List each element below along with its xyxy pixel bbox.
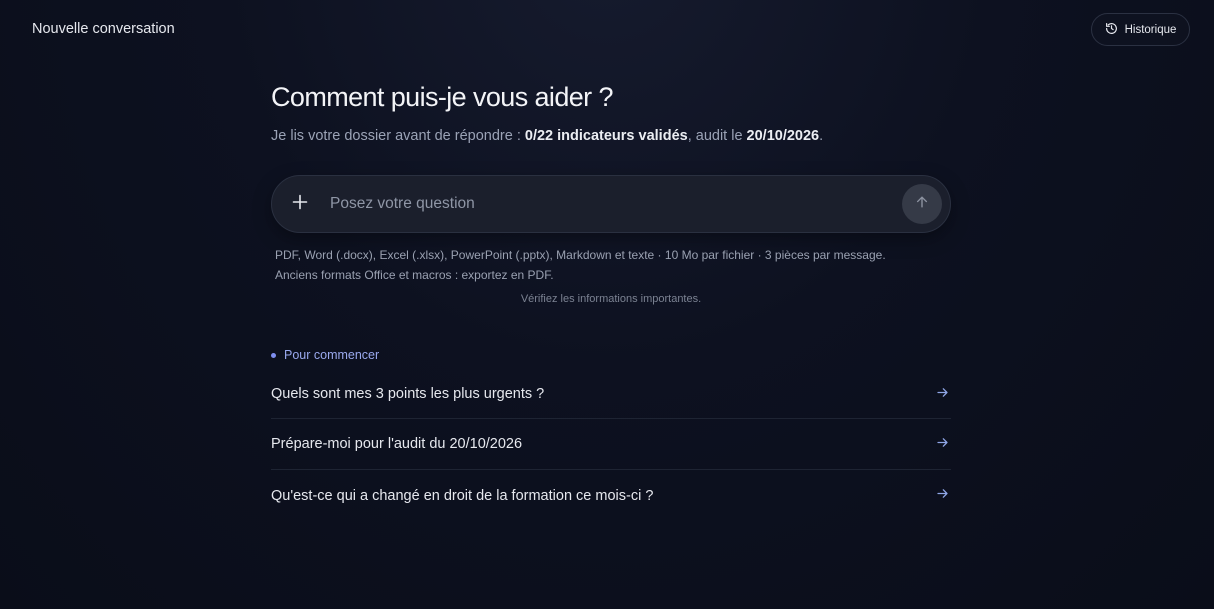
suggestion-item[interactable]: Quels sont mes 3 points les plus urgents… (271, 370, 951, 419)
dossier-status: Je lis votre dossier avant de répondre :… (271, 128, 951, 144)
arrow-right-icon (936, 487, 951, 504)
subtitle-prefix: Je lis votre dossier avant de répondre : (271, 128, 525, 144)
audit-date: 20/10/2026 (746, 128, 820, 144)
file-info-legacy: Anciens formats Office et macros : expor… (275, 268, 554, 282)
history-icon (1105, 22, 1118, 38)
indicators-count: 0/22 indicateurs validés (524, 128, 688, 144)
arrow-up-icon (915, 195, 929, 214)
bullet-dot-icon (271, 352, 276, 358)
question-input[interactable] (328, 194, 902, 214)
plus-icon (292, 194, 308, 215)
main-content: Comment puis-je vous aider ? Je lis votr… (271, 82, 951, 521)
suggestion-list: Quels sont mes 3 points les plus urgents… (271, 370, 951, 521)
disclaimer: Vérifiez les informations importantes. (520, 293, 702, 305)
attach-button[interactable] (272, 176, 328, 232)
suggestion-text: Quels sont mes 3 points les plus urgents… (271, 386, 545, 402)
subtitle-middle: , audit le (687, 128, 747, 144)
history-button[interactable]: Historique (1091, 13, 1190, 46)
suggestion-item[interactable]: Prépare-moi pour l'audit du 20/10/2026 (271, 419, 951, 470)
send-button[interactable] (902, 184, 942, 224)
suggestions-header: Pour commencer (271, 348, 951, 362)
file-format-info: PDF, Word (.docx), Excel (.xlsx), PowerP… (271, 245, 951, 285)
message-composer (271, 175, 951, 233)
history-label: Historique (1124, 23, 1177, 36)
conversation-title: Nouvelle conversation (32, 21, 175, 37)
arrow-right-icon (936, 386, 951, 403)
suggestions-label: Pour commencer (284, 348, 380, 362)
suggestion-text: Prépare-moi pour l'audit du 20/10/2026 (271, 436, 523, 452)
page-heading: Comment puis-je vous aider ? (271, 82, 613, 112)
arrow-right-icon (936, 436, 951, 453)
subtitle-suffix: . (819, 128, 824, 144)
suggestion-text: Qu'est-ce qui a changé en droit de la fo… (271, 487, 654, 504)
file-info-formats: PDF, Word (.docx), Excel (.xlsx), PowerP… (275, 248, 886, 262)
suggestion-item[interactable]: Qu'est-ce qui a changé en droit de la fo… (271, 470, 951, 521)
